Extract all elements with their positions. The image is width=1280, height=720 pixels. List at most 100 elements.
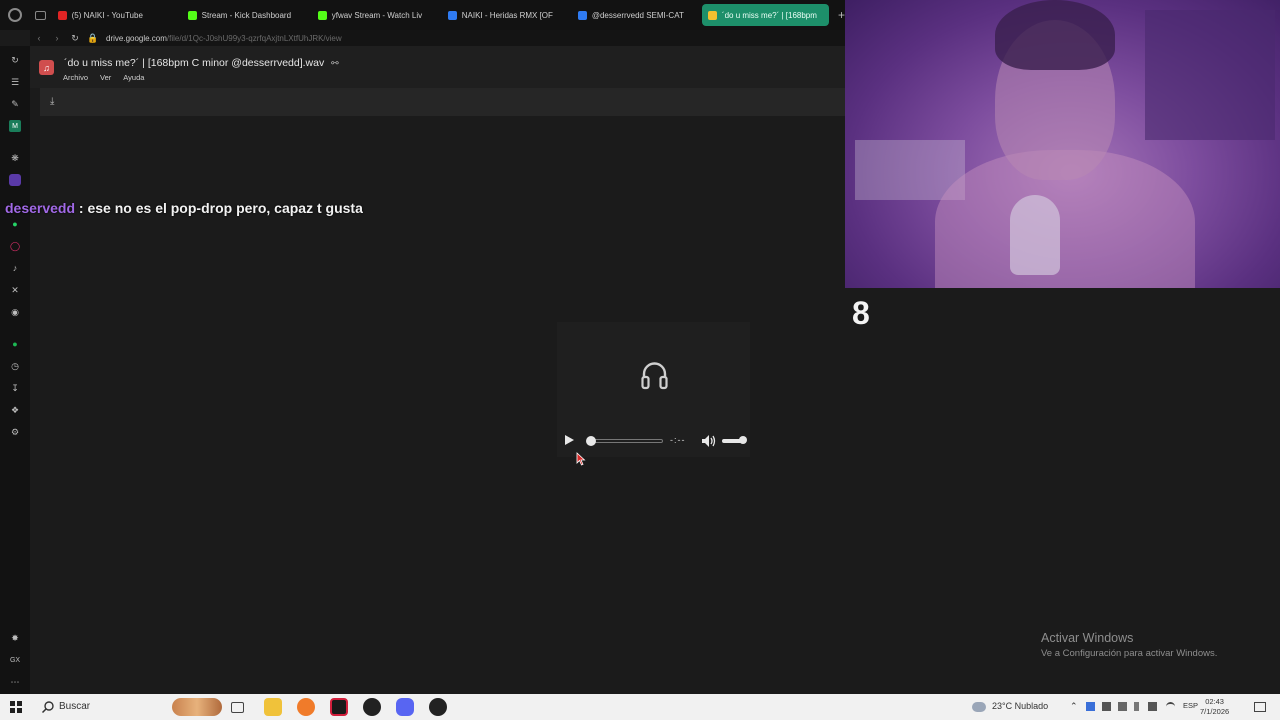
youtube-icon: [57, 10, 67, 20]
time-display: -:--: [670, 435, 686, 445]
volume-icon[interactable]: [702, 435, 716, 447]
viewer-header: ♫ ´do u miss me?´ | [168bpm C minor @des…: [30, 46, 845, 88]
tray-app-icon[interactable]: [1086, 702, 1095, 711]
webcam-person-hair: [995, 0, 1115, 70]
extensions-icon[interactable]: ❖: [9, 404, 21, 416]
player-controls: -:--: [557, 432, 750, 450]
file-explorer-icon[interactable]: [264, 698, 282, 716]
task-view-icon[interactable]: [231, 702, 244, 713]
tray-app-icon[interactable]: [1118, 702, 1127, 711]
file-menu-bar: Archivo Ver Ayuda: [63, 73, 144, 82]
chatgpt-icon[interactable]: [363, 698, 381, 716]
progress-bar[interactable]: [589, 439, 663, 443]
usb-icon[interactable]: [1134, 702, 1139, 711]
weather-icon: [972, 702, 986, 712]
chat-text: : ese no es el pop-drop pero, capaz t gu…: [75, 200, 363, 216]
google-drive-icon: [707, 10, 717, 20]
browser-tab-bar: (5) NAIKI - YouTube Stream - Kick Dashbo…: [0, 0, 845, 30]
menu-ayuda[interactable]: Ayuda: [123, 73, 144, 82]
webcam-feed: [845, 0, 1280, 288]
address-bar: ‹ › ↻ 🔒 drive.google.com/file/d/1Qc-J0sh…: [30, 30, 845, 46]
layers-icon[interactable]: ☰: [9, 76, 21, 88]
kick-icon: [187, 10, 197, 20]
refresh-icon[interactable]: ↻: [9, 54, 21, 66]
menu-archivo[interactable]: Archivo: [63, 73, 88, 82]
webcam-background: [1145, 10, 1275, 140]
audio-player: -:--: [557, 322, 750, 457]
show-hidden-icons[interactable]: ⌃: [1070, 701, 1078, 712]
system-clock[interactable]: 02:43 7/1/2026: [1200, 697, 1229, 717]
weather-status[interactable]: 23°C Nublado: [992, 701, 1048, 711]
activation-subtitle: Ve a Configuración para activar Windows.: [1041, 648, 1218, 659]
opera-gx-icon[interactable]: [330, 698, 348, 716]
x-icon[interactable]: ✕: [9, 284, 21, 296]
wifi-icon[interactable]: [1166, 702, 1175, 711]
openai-icon[interactable]: ❋: [9, 152, 21, 164]
language-indicator[interactable]: ESP: [1183, 701, 1198, 710]
instagram-icon[interactable]: ◯: [9, 240, 21, 252]
file-title: ´do u miss me?´ | [168bpm C minor @desse…: [64, 57, 339, 69]
audio-file-icon: ♫: [39, 60, 54, 75]
spotify-icon[interactable]: ●: [9, 338, 21, 350]
tab-drive-active[interactable]: ´do u miss me?´ | [168bpm: [701, 4, 829, 26]
ai-icon[interactable]: GX: [9, 654, 21, 666]
more-icon[interactable]: ⋯: [9, 676, 21, 688]
forward-icon[interactable]: ›: [48, 33, 66, 43]
download-icon[interactable]: ⤓: [50, 96, 54, 107]
kick-icon: [317, 10, 327, 20]
new-tab-button[interactable]: +: [838, 8, 845, 22]
browser-sidebar: ↻ ☰ ✎ M ❋ ● ◯ ♪ ✕ ◉ ● ◷ ↧ ❖ ⚙ ✸ GX ⋯: [0, 46, 30, 694]
headphones-icon: [641, 362, 668, 390]
tiktok-icon[interactable]: ♪: [9, 262, 21, 274]
discord-icon[interactable]: ◉: [9, 306, 21, 318]
clock-time: 02:43: [1205, 697, 1224, 706]
progress-knob[interactable]: [586, 436, 596, 446]
download-icon[interactable]: ↧: [9, 382, 21, 394]
flow-icon[interactable]: ✸: [9, 632, 21, 644]
tab-drive-semicat[interactable]: @desserrvedd SEMI-CAT: [572, 4, 699, 26]
settings-gear-icon[interactable]: ⚙: [9, 426, 21, 438]
tab-kick-dashboard[interactable]: Stream - Kick Dashboard: [182, 4, 309, 26]
reload-icon[interactable]: ↻: [66, 33, 84, 44]
url-input[interactable]: drive.google.com/file/d/1Qc-J0shU99y3-qz…: [106, 34, 342, 43]
history-icon[interactable]: ◷: [9, 360, 21, 372]
webcam-microphone: [1010, 195, 1060, 275]
mail-icon[interactable]: M: [9, 120, 21, 132]
overlay-counter: 8: [852, 295, 870, 331]
widget-thumbnail-icon[interactable]: [172, 698, 222, 716]
discord-icon[interactable]: [396, 698, 414, 716]
windows-activation-watermark: Activar Windows Ve a Configuración para …: [1041, 631, 1217, 659]
lock-icon: 🔒: [87, 32, 99, 43]
volume-knob[interactable]: [739, 436, 747, 444]
google-drive-icon: [577, 10, 587, 20]
notification-icon[interactable]: [1254, 702, 1266, 712]
workspaces-icon[interactable]: [30, 0, 52, 30]
fl-studio-icon[interactable]: [297, 698, 315, 716]
chat-message: deservedd : ese no es el pop-drop pero, …: [5, 196, 365, 220]
app-icon[interactable]: [9, 174, 21, 186]
google-drive-icon: [447, 10, 457, 20]
tab-kick-stream[interactable]: yfwav Stream - Watch Liv: [312, 4, 439, 26]
clock-date: 7/1/2026: [1200, 707, 1230, 716]
activation-title: Activar Windows: [1041, 631, 1134, 645]
start-button[interactable]: [10, 701, 22, 713]
play-button[interactable]: [565, 435, 574, 445]
windows-taskbar: Buscar 23°C Nublado ⌃ ESP 02:43 7/1/2026: [0, 694, 1280, 720]
notes-icon[interactable]: ✎: [9, 98, 21, 110]
browser-logo-icon[interactable]: [0, 0, 30, 30]
back-icon[interactable]: ‹: [30, 33, 48, 43]
tray-app-icon[interactable]: [1102, 702, 1111, 711]
viewer-toolbar: ⤓: [40, 88, 845, 116]
tray-app-icon[interactable]: [1148, 702, 1157, 711]
taskbar-search-input[interactable]: Buscar: [59, 701, 90, 712]
media-player-icon[interactable]: [429, 698, 447, 716]
tab-youtube[interactable]: (5) NAIKI - YouTube: [52, 4, 179, 26]
tab-drive-heridas[interactable]: NAIKI - Heridas RMX [OF: [442, 4, 569, 26]
url-host: drive.google.com: [106, 33, 167, 43]
menu-ver[interactable]: Ver: [100, 73, 111, 82]
mouse-cursor-icon: [576, 452, 586, 466]
chat-username: deservedd: [5, 200, 76, 216]
add-shortcut-icon[interactable]: ⚯: [331, 58, 339, 68]
search-icon[interactable]: [40, 699, 56, 715]
url-path: /file/d/1Qc-J0shU99y3-qzrfqAxjtnLXtfUhJR…: [166, 33, 342, 43]
